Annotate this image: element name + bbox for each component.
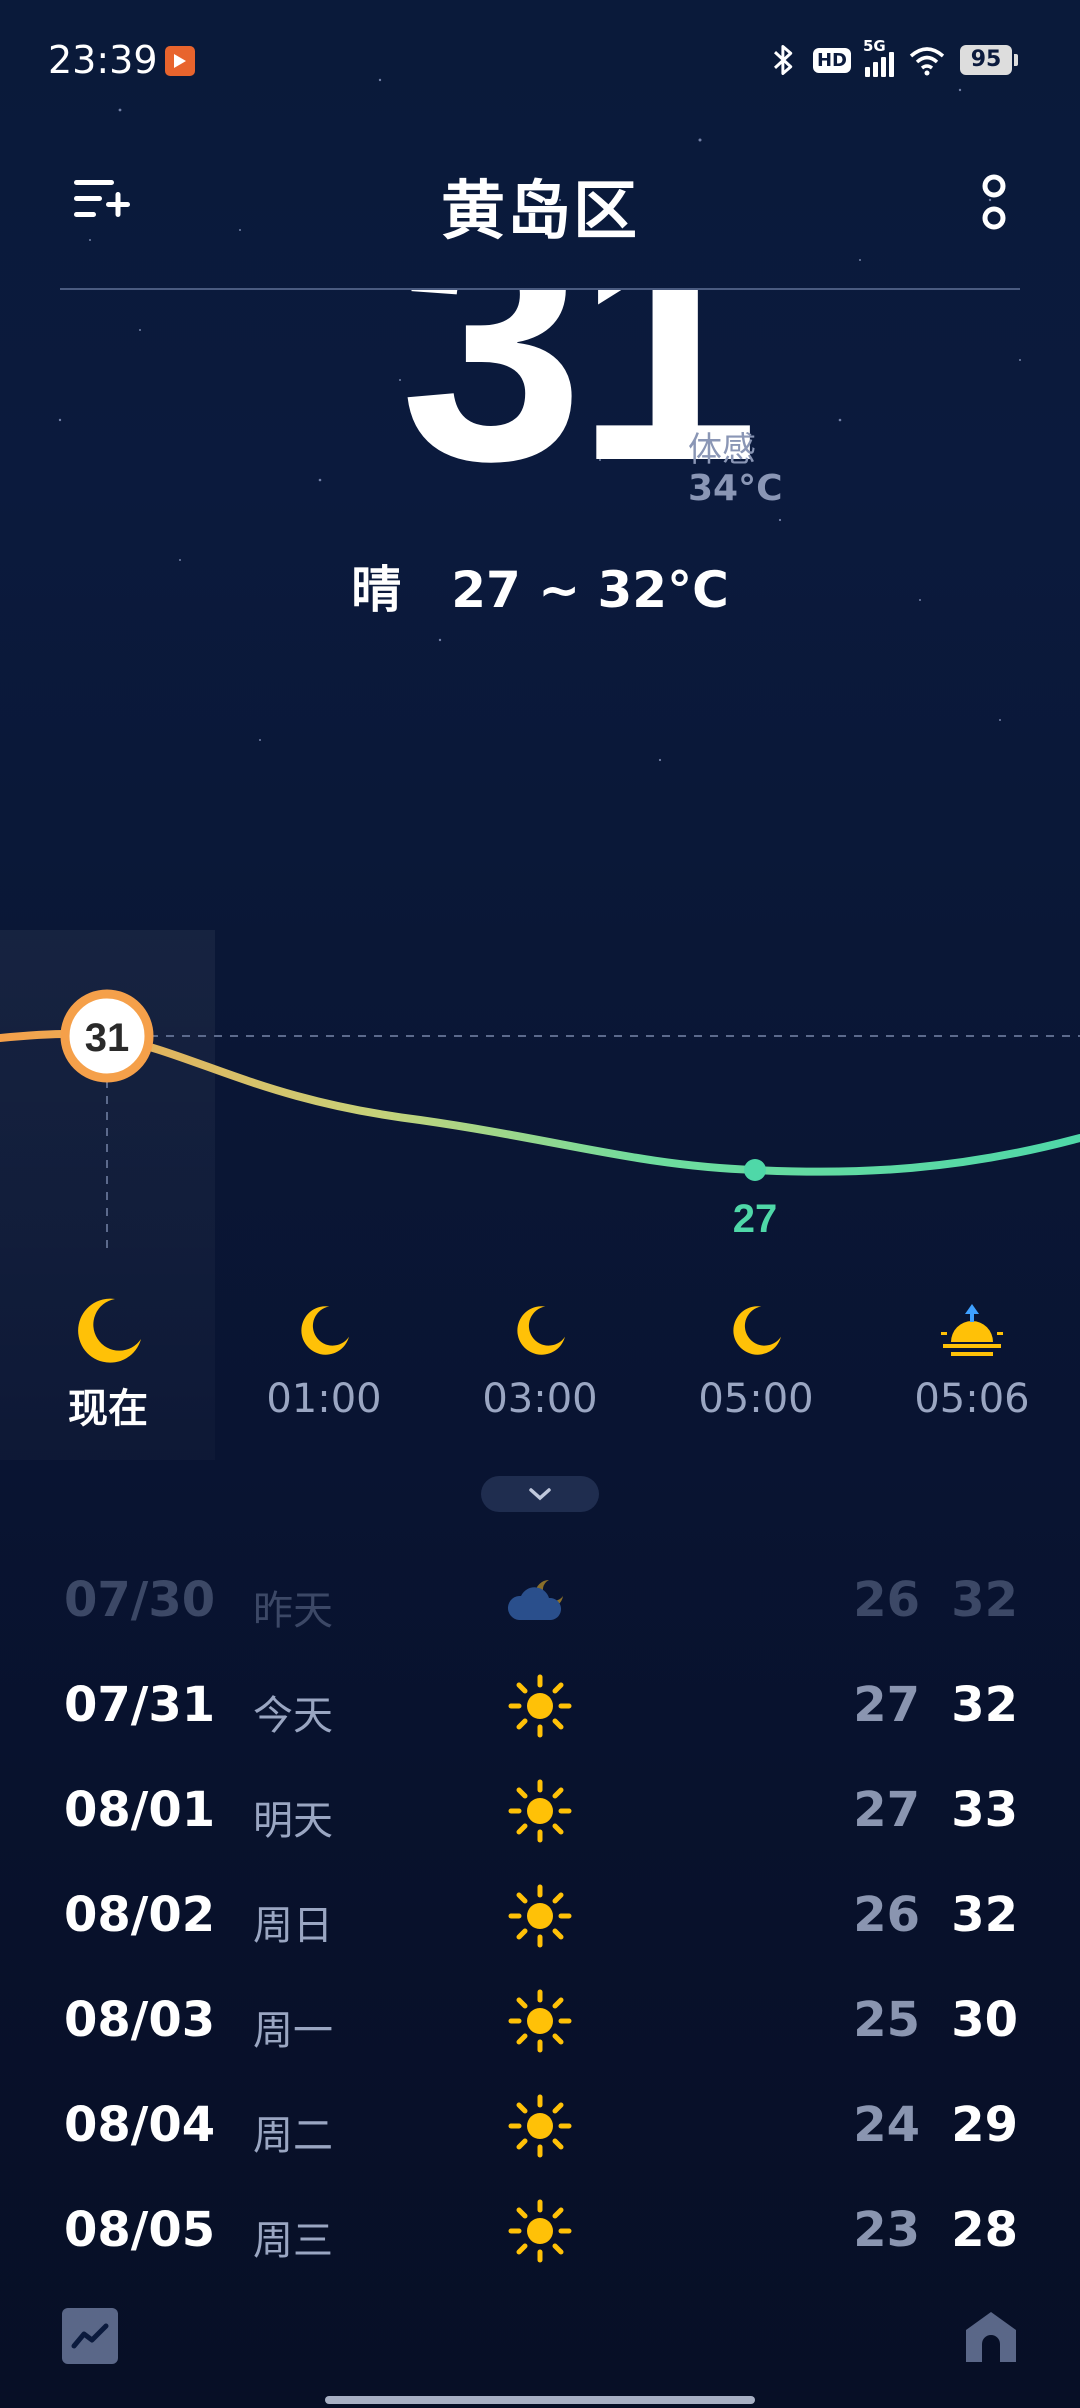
- sun-icon: [508, 1674, 572, 1738]
- now-temp-label: 31: [85, 1016, 130, 1060]
- day-high-temp: 32: [951, 1887, 1018, 1943]
- gesture-home-indicator[interactable]: [325, 2396, 755, 2404]
- min-temp-marker: [744, 1159, 766, 1181]
- sun-icon: [508, 2094, 572, 2158]
- hourly-forecast-row: 现在 01:00 03:00 05:00 05:06: [0, 1290, 1080, 1460]
- day-high-temp: 29: [951, 2097, 1018, 2153]
- feels-like-value: 34°C: [688, 468, 783, 509]
- bottom-bar: [0, 2300, 1080, 2408]
- daily-row[interactable]: 08/05 周三 23 28: [0, 2180, 1080, 2285]
- hour-label: 05:00: [698, 1376, 814, 1422]
- day-date: 08/03: [64, 1992, 216, 2048]
- temperature-curve: [0, 1029, 1080, 1176]
- daily-row[interactable]: 08/04 周二 24 29: [0, 2075, 1080, 2180]
- moon-icon: [301, 1306, 349, 1355]
- day-low-temp: 26: [853, 1572, 920, 1628]
- sunrise-icon: [941, 1304, 1003, 1356]
- day-low-temp: 23: [853, 2202, 920, 2258]
- status-bar: 23:39 HD 5G 95: [0, 0, 1080, 120]
- hour-label: 03:00: [482, 1376, 598, 1422]
- battery-icon: 95: [960, 45, 1018, 75]
- day-name: 周一: [253, 2008, 333, 2054]
- sun-icon: [508, 1884, 572, 1948]
- hour-label: 05:06: [914, 1376, 1030, 1422]
- more-vertical-icon[interactable]: [974, 170, 1014, 236]
- daily-row[interactable]: 07/30 昨天 26 32: [0, 1550, 1080, 1655]
- day-high-temp: 32: [951, 1572, 1018, 1628]
- day-date: 08/05: [64, 2202, 216, 2258]
- day-low-temp: 27: [853, 1782, 920, 1838]
- current-temp-block: 31: [0, 290, 1080, 530]
- trend-chart-button[interactable]: [62, 2308, 118, 2364]
- daily-forecast-list: 07/30 昨天 26 32 07/31 今天 27 32 08/01 明天 2…: [0, 1550, 1080, 2285]
- header: 黄岛区: [0, 150, 1080, 290]
- day-date: 07/30: [64, 1572, 216, 1628]
- cloudy-night-icon: [507, 1580, 563, 1620]
- daily-row[interactable]: 08/03 周一 25 30: [0, 1970, 1080, 2075]
- min-temp-label: 27: [733, 1197, 778, 1241]
- temp-range: 27 ~ 32°C: [451, 561, 729, 619]
- day-low-temp: 26: [853, 1887, 920, 1943]
- hour-label: 01:00: [266, 1376, 382, 1422]
- hour-item[interactable]: 05:00: [648, 1290, 864, 1422]
- status-icons: HD 5G 95: [769, 37, 1018, 78]
- hourly-temperature-chart: 31 27: [0, 989, 1080, 1250]
- day-name: 周二: [253, 2113, 333, 2159]
- cellular-signal-icon: 5G: [863, 37, 894, 77]
- sun-icon: [508, 1989, 572, 2053]
- hour-item[interactable]: 01:00: [216, 1290, 432, 1422]
- weather-summary: 晴 27 ~ 32°C: [0, 550, 1080, 622]
- day-name: 昨天: [253, 1588, 333, 1634]
- day-high-temp: 33: [951, 1782, 1018, 1838]
- day-low-temp: 25: [853, 1992, 920, 2048]
- day-name: 今天: [253, 1693, 333, 1739]
- daily-row[interactable]: 08/02 周日 26 32: [0, 1865, 1080, 1970]
- chevron-down-icon: [529, 1488, 551, 1501]
- video-app-notification-icon: [165, 46, 195, 76]
- wifi-icon: [909, 47, 945, 76]
- moon-icon: [517, 1306, 565, 1355]
- day-high-temp: 32: [951, 1677, 1018, 1733]
- expand-forecast-button[interactable]: [481, 1476, 599, 1512]
- daily-row[interactable]: 08/01 明天 27 33: [0, 1760, 1080, 1865]
- day-name: 周三: [253, 2218, 333, 2264]
- hd-voice-badge: HD: [812, 47, 851, 73]
- hour-item[interactable]: 03:00: [432, 1290, 648, 1422]
- day-high-temp: 28: [951, 2202, 1018, 2258]
- day-low-temp: 27: [853, 1677, 920, 1733]
- condition-text: 晴: [351, 561, 402, 619]
- hour-item[interactable]: 05:06: [864, 1290, 1080, 1422]
- bluetooth-icon: [773, 45, 793, 75]
- moon-icon: [733, 1306, 781, 1355]
- day-date: 08/04: [64, 2097, 216, 2153]
- day-date: 08/02: [64, 1887, 216, 1943]
- network-type: 5G: [863, 37, 886, 55]
- day-date: 07/31: [64, 1677, 216, 1733]
- hour-label: 现在: [68, 1386, 148, 1432]
- day-name: 明天: [253, 1798, 333, 1844]
- feels-like-label: 体感: [688, 430, 756, 470]
- status-time: 23:39: [48, 38, 158, 82]
- moon-icon: [78, 1298, 141, 1363]
- sun-icon: [508, 1779, 572, 1843]
- sun-icon: [508, 2199, 572, 2263]
- home-icon[interactable]: [962, 2308, 1020, 2366]
- day-name: 周日: [253, 1903, 333, 1949]
- day-low-temp: 24: [853, 2097, 920, 2153]
- hour-item-now[interactable]: 现在: [0, 1290, 216, 1434]
- day-high-temp: 30: [951, 1992, 1018, 2048]
- trend-chart-icon: [71, 2323, 109, 2349]
- city-name[interactable]: 黄岛区: [0, 160, 1080, 252]
- day-date: 08/01: [64, 1782, 216, 1838]
- daily-row[interactable]: 07/31 今天 27 32: [0, 1655, 1080, 1760]
